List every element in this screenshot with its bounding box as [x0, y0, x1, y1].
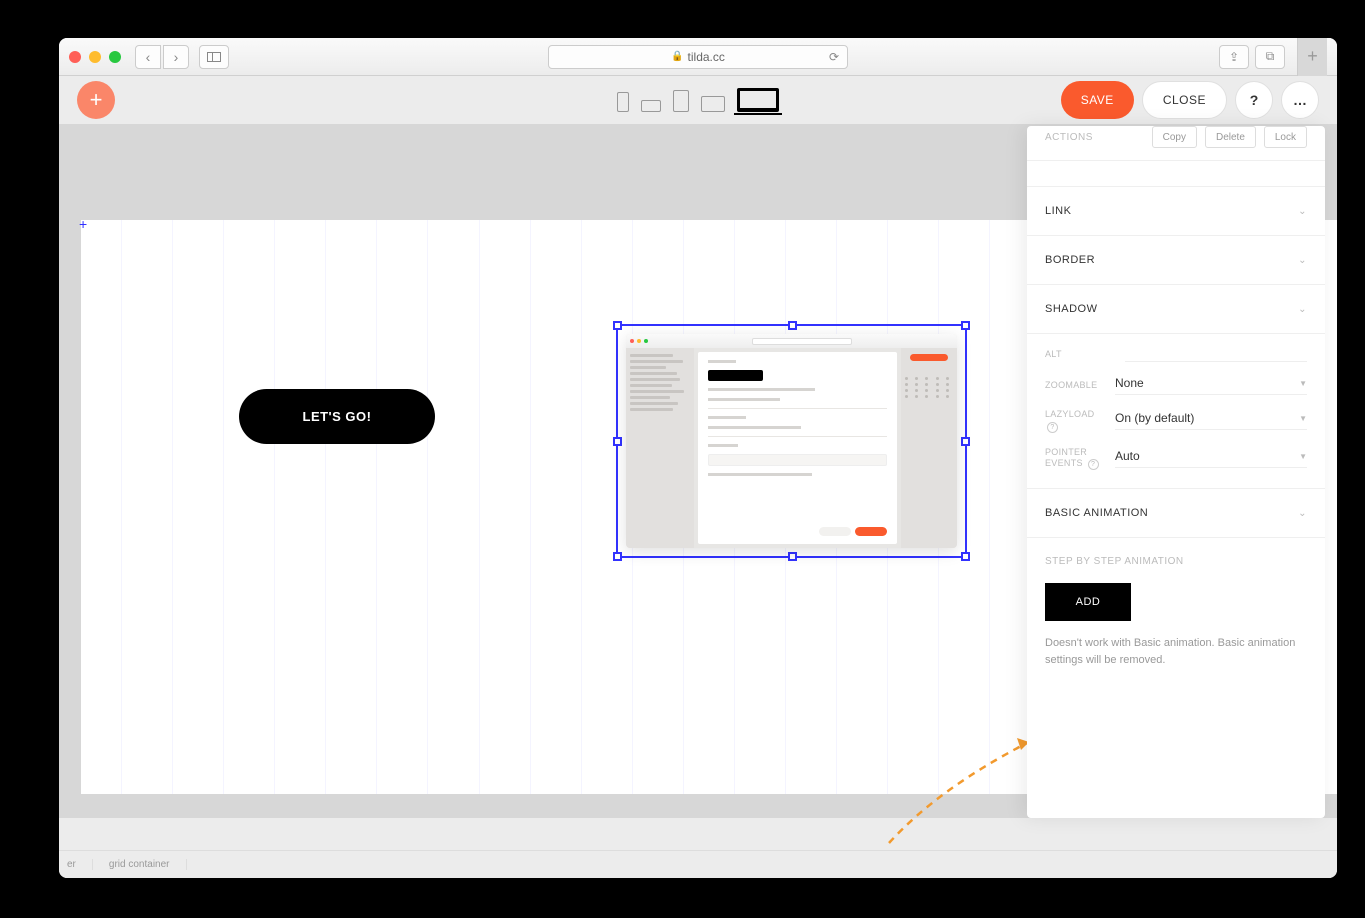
chevron-down-icon: ▼ [1299, 452, 1307, 461]
resize-handle-bl[interactable] [613, 552, 622, 561]
section-basic-animation[interactable]: BASIC ANIMATION⌄ [1027, 489, 1325, 538]
close-button[interactable]: CLOSE [1142, 81, 1227, 119]
step-title: STEP BY STEP ANIMATION [1045, 556, 1307, 567]
device-switcher [617, 88, 779, 112]
properties-panel: ACTIONS Copy Delete Lock LINK⌄ BORDER⌄ S… [1027, 126, 1325, 818]
pointer-select[interactable]: Auto▼ [1115, 449, 1307, 468]
resize-handle-tr[interactable] [961, 321, 970, 330]
device-tablet-icon[interactable] [673, 90, 689, 112]
device-desktop-icon[interactable] [737, 88, 779, 112]
selected-image-element[interactable] [626, 334, 957, 548]
step-note: Doesn't work with Basic animation. Basic… [1045, 635, 1307, 668]
section-link[interactable]: LINK⌄ [1027, 187, 1325, 236]
status-left: er [67, 859, 93, 870]
alt-input[interactable] [1125, 348, 1307, 362]
url-bar[interactable]: 🔒 tilda.cc ⟳ [548, 45, 848, 69]
more-button[interactable]: … [1281, 81, 1319, 119]
resize-handle-tl[interactable] [613, 321, 622, 330]
resize-handle-ml[interactable] [613, 437, 622, 446]
back-button[interactable]: ‹ [135, 45, 161, 69]
forward-button[interactable]: › [163, 45, 189, 69]
add-step-button[interactable]: ADD [1045, 583, 1131, 621]
status-grid: grid container [109, 859, 187, 870]
sidebar-icon [207, 52, 221, 62]
add-block-button[interactable]: + [77, 81, 115, 119]
url-text: tilda.cc [688, 50, 725, 64]
resize-handle-mr[interactable] [961, 437, 970, 446]
step-animation-section: STEP BY STEP ANIMATION ADD Doesn't work … [1027, 538, 1325, 686]
titlebar: ‹ › 🔒 tilda.cc ⟳ ⇪ ⧉ + [59, 38, 1337, 76]
copy-button[interactable]: Copy [1152, 126, 1197, 148]
device-phone-landscape-icon[interactable] [641, 100, 661, 112]
status-bar: er grid container [59, 850, 1337, 878]
save-button[interactable]: SAVE [1061, 81, 1134, 119]
section-shadow[interactable]: SHADOW⌄ [1027, 285, 1325, 334]
app-toolbar: + SAVE CLOSE ? … [59, 76, 1337, 124]
section-border[interactable]: BORDER⌄ [1027, 236, 1325, 285]
lazyload-label: LAZYLOAD ? [1045, 409, 1107, 433]
lazyload-select[interactable]: On (by default)▼ [1115, 411, 1307, 430]
chevron-down-icon: ⌄ [1298, 255, 1307, 266]
chevron-down-icon: ⌄ [1298, 508, 1307, 519]
actions-label: ACTIONS [1045, 132, 1144, 143]
image-props: ALT ZOOMABLE None▼ LAZYLOAD ? On (by def… [1027, 334, 1325, 489]
minimize-window-icon[interactable] [89, 51, 101, 63]
help-button[interactable]: ? [1235, 81, 1273, 119]
pointer-label: POINTER EVENTS ? [1045, 447, 1107, 471]
selection-frame[interactable] [616, 324, 967, 558]
chevron-down-icon: ⌄ [1298, 206, 1307, 217]
browser-window: ‹ › 🔒 tilda.cc ⟳ ⇪ ⧉ + + SAVE CLOSE ? … [59, 38, 1337, 878]
help-icon: ? [1047, 422, 1058, 433]
nav-buttons: ‹ › [135, 45, 189, 69]
zoomable-select[interactable]: None▼ [1115, 376, 1307, 395]
sidebar-toggle[interactable] [199, 45, 229, 69]
lock-button[interactable]: Lock [1264, 126, 1307, 148]
zoomable-label: ZOOMABLE [1045, 380, 1107, 392]
device-phone-icon[interactable] [617, 92, 629, 112]
chevron-down-icon: ▼ [1299, 379, 1307, 388]
maximize-window-icon[interactable] [109, 51, 121, 63]
close-window-icon[interactable] [69, 51, 81, 63]
resize-handle-tm[interactable] [788, 321, 797, 330]
new-tab-button[interactable]: + [1297, 38, 1327, 76]
resize-handle-bm[interactable] [788, 552, 797, 561]
share-icon[interactable]: ⇪ [1219, 45, 1249, 69]
delete-button[interactable]: Delete [1205, 126, 1256, 148]
lock-icon: 🔒 [671, 51, 683, 62]
chevron-down-icon: ⌄ [1298, 304, 1307, 315]
actions-row: ACTIONS Copy Delete Lock [1027, 126, 1325, 161]
device-tablet-landscape-icon[interactable] [701, 96, 725, 112]
chevron-down-icon: ▼ [1299, 414, 1307, 423]
canvas-button-element[interactable]: LET'S GO! [239, 389, 435, 444]
origin-cross-icon: + [79, 216, 87, 232]
resize-handle-br[interactable] [961, 552, 970, 561]
tabs-icon[interactable]: ⧉ [1255, 45, 1285, 69]
alt-label: ALT [1045, 349, 1107, 361]
traffic-lights [69, 51, 121, 63]
refresh-icon[interactable]: ⟳ [829, 50, 839, 64]
help-icon: ? [1088, 459, 1099, 470]
